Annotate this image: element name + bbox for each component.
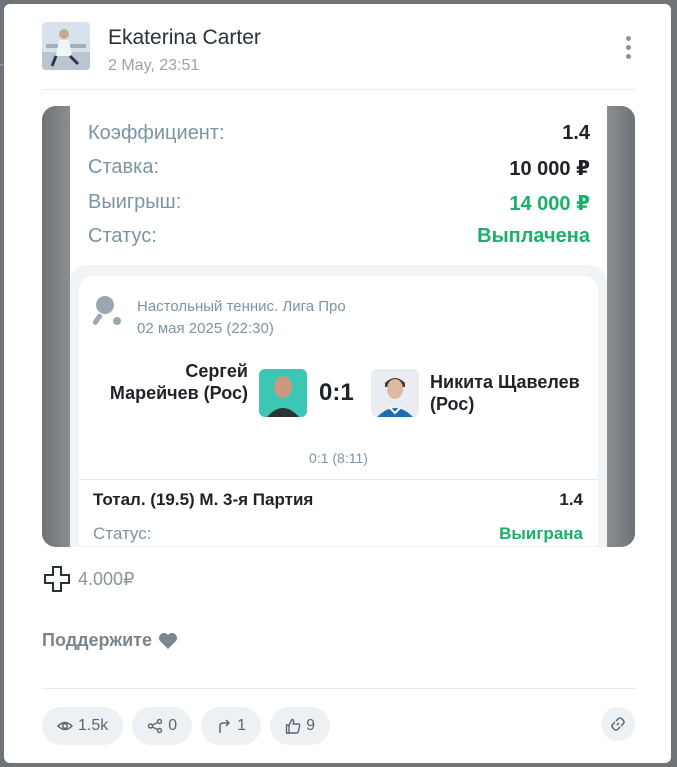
- repost-arrow-icon: [219, 719, 231, 733]
- divider: [79, 479, 598, 480]
- shares-count: 0: [168, 717, 178, 734]
- author-name[interactable]: Ekaterina Carter: [108, 26, 261, 50]
- post-header: Ekaterina Carter 2 May, 23:51: [42, 22, 636, 90]
- stake-row: Ставка: 10 000 ₽: [88, 156, 590, 180]
- coefficient-row: Коэффициент: 1.4: [88, 122, 590, 144]
- link-icon: [611, 717, 625, 731]
- footer-divider: [42, 688, 636, 689]
- player2-name: Никита Щавелев (Рос): [430, 372, 580, 414]
- post-actions: 1.5k 0 1 9: [42, 707, 330, 745]
- player1-name: Сергей Марейчев (Рос): [109, 361, 248, 403]
- more-options-icon[interactable]: [616, 32, 640, 62]
- market-name: Тотал. (19.5) М. 3-я Партия: [93, 490, 314, 509]
- copy-link-button[interactable]: [601, 707, 635, 741]
- bet-panel: Коэффициент: 1.4 Ставка: 10 000 ₽ Выигры…: [70, 106, 607, 547]
- repost-button[interactable]: 1: [201, 707, 262, 745]
- support-label: Поддержите: [42, 630, 152, 650]
- set-score: 0:1 (8:11): [309, 450, 368, 466]
- tip-amount-row: 4.000₽: [44, 566, 135, 592]
- likes-count: 9: [306, 717, 315, 734]
- event-card: Настольный теннис. Лига Про 02 мая 2025 …: [70, 265, 607, 547]
- player1-photo: [259, 369, 307, 417]
- payout-row: Выигрыш: 14 000 ₽: [88, 191, 590, 215]
- market-odds: 1.4: [559, 490, 583, 509]
- reposts-count: 1: [237, 717, 247, 734]
- tip-amount: 4.000₽: [78, 568, 135, 589]
- eye-icon: [57, 721, 73, 731]
- cross-icon: [44, 566, 70, 592]
- heart-icon: [158, 632, 177, 649]
- match-score: 0:1: [319, 379, 354, 406]
- avatar[interactable]: [42, 22, 90, 70]
- player2-photo: [371, 369, 419, 417]
- views-button[interactable]: 1.5k: [42, 707, 124, 745]
- thumbs-up-icon: [285, 718, 301, 734]
- bet-market-row: Тотал. (19.5) М. 3-я Партия 1.4: [93, 490, 583, 510]
- support-button[interactable]: Поддержите: [42, 630, 178, 651]
- event-date: 02 мая 2025 (22:30): [137, 320, 274, 337]
- share-icon: [148, 718, 163, 734]
- views-count: 1.5k: [78, 717, 109, 734]
- share-button[interactable]: 0: [132, 707, 193, 745]
- table-tennis-icon: [93, 296, 121, 325]
- bet-screenshot[interactable]: Коэффициент: 1.4 Ставка: 10 000 ₽ Выигры…: [42, 106, 635, 547]
- status-row: Статус: Выплачена: [88, 225, 590, 247]
- event-status-row: Статус: Выиграна: [93, 524, 583, 543]
- post-card: Ekaterina Carter 2 May, 23:51 Коэффициен…: [4, 4, 671, 763]
- event-league: Настольный теннис. Лига Про: [137, 298, 346, 315]
- like-button[interactable]: 9: [270, 707, 330, 745]
- post-timestamp: 2 May, 23:51: [108, 57, 200, 74]
